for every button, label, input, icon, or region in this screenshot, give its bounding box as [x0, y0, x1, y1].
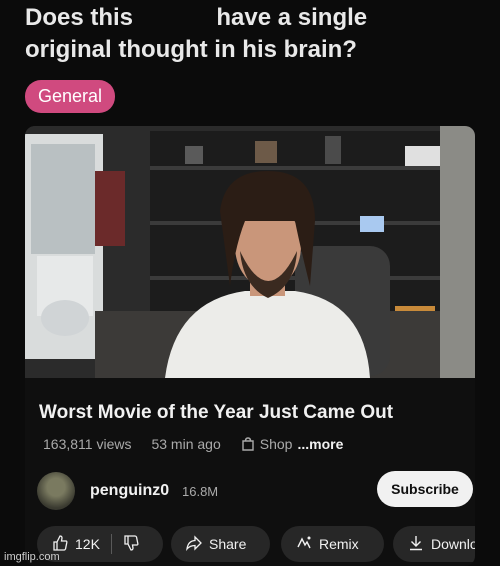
flair-badge[interactable]: General — [25, 80, 116, 113]
watermark: imgflip.com — [4, 551, 60, 563]
download-button[interactable]: Download — [393, 526, 475, 562]
post-title: Does this have a single original thought… — [25, 2, 475, 66]
video-title[interactable]: Worst Movie of the Year Just Came Out — [39, 402, 393, 424]
remix-button[interactable]: Remix — [281, 526, 384, 562]
post-title-part2: have a single — [216, 4, 368, 31]
remix-label: Remix — [319, 536, 359, 552]
channel-avatar[interactable] — [37, 472, 75, 510]
upload-age: 53 min ago — [151, 436, 221, 452]
share-label: Share — [209, 536, 247, 552]
post-title-line2: original thought in his brain? — [25, 36, 357, 63]
video-meta: 163,811 views 53 min ago Shop ...more — [43, 436, 343, 452]
action-bar: 12K Share Remix Download — [37, 526, 475, 562]
subscribe-button[interactable]: Subscribe — [377, 471, 473, 507]
channel-name[interactable]: penguinz0 — [90, 482, 169, 500]
video-card[interactable]: Worst Movie of the Year Just Came Out 16… — [25, 126, 475, 566]
video-thumbnail[interactable] — [25, 126, 475, 378]
subscriber-count: 16.8M — [182, 484, 219, 499]
download-label: Download — [431, 536, 475, 552]
dislike-icon[interactable] — [123, 534, 139, 554]
share-icon — [186, 534, 202, 554]
remix-icon — [296, 535, 312, 554]
channel-row: penguinz0 16.8M Subscribe — [37, 471, 473, 511]
like-divider — [110, 534, 112, 554]
shop-icon[interactable] — [241, 437, 255, 451]
shop-link[interactable]: Shop — [260, 436, 293, 452]
share-button[interactable]: Share — [171, 526, 270, 562]
download-icon — [408, 535, 424, 554]
view-count: 163,811 views — [43, 436, 132, 452]
more-link[interactable]: ...more — [297, 436, 343, 452]
like-count[interactable]: 12K — [75, 536, 100, 552]
post-title-part1: Does this — [25, 4, 134, 31]
